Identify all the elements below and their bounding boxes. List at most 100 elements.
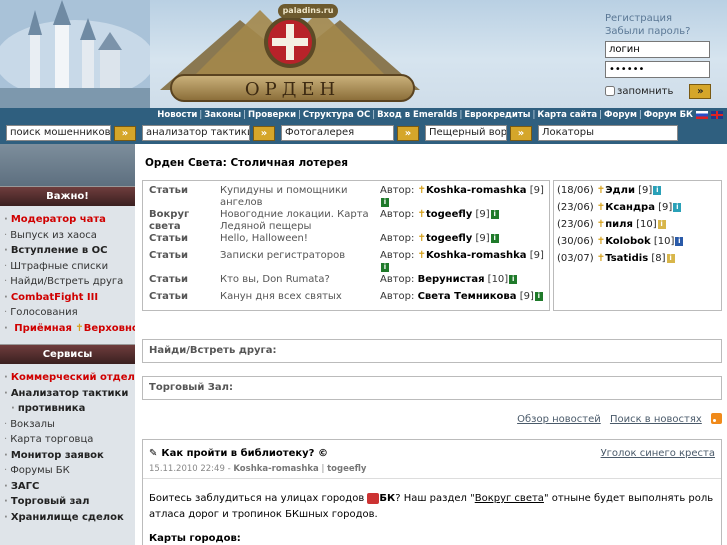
article-title[interactable]: Hello, Halloween! bbox=[218, 233, 378, 250]
sidebar-item-find-friend[interactable]: Найди/Встреть друга bbox=[4, 274, 135, 290]
news-title[interactable]: ✎ Как пройти в библиотеку? © bbox=[149, 448, 328, 459]
news-author[interactable]: Koshka-romashka bbox=[233, 464, 318, 474]
user-info-icon[interactable]: i bbox=[653, 185, 662, 195]
user-info-icon[interactable]: i bbox=[675, 236, 684, 246]
latest-articles-box: Статьи Купидуны и помощники ангелов Автор:… bbox=[142, 180, 550, 311]
cave-thief-select[interactable]: Пещерный вор bbox=[425, 125, 507, 141]
article-author-cell: Автор: ✝togeefly [9] i bbox=[378, 233, 549, 250]
login-submit-button[interactable]: » bbox=[689, 83, 712, 99]
news-search-link[interactable]: Поиск в новостях bbox=[610, 414, 702, 425]
article-title[interactable]: Записки регистраторов bbox=[218, 250, 378, 274]
photo-gallery-select[interactable]: Фотогалерея bbox=[281, 125, 394, 141]
photo-gallery-go-button[interactable]: » bbox=[397, 125, 419, 141]
article-author[interactable]: Koshka-romashka bbox=[426, 185, 527, 196]
sidebar-item-trader-map[interactable]: Карта торговца bbox=[4, 432, 135, 448]
sidebar-item-supreme-reception[interactable]: Приёмная ✝Верховного bbox=[4, 321, 135, 337]
sidebar-item-combatfight[interactable]: CombatFight III bbox=[4, 290, 135, 306]
forgot-password-link[interactable]: Забыли пароль? bbox=[605, 25, 723, 38]
services-list: Коммерческий отдел Анализатор тактики пр… bbox=[0, 364, 135, 533]
birthday-name[interactable]: Эдли bbox=[605, 185, 635, 196]
news-overview-link[interactable]: Обзор новостей bbox=[517, 414, 601, 425]
article-section[interactable]: Статьи bbox=[147, 233, 218, 250]
author-level: [9] bbox=[529, 250, 544, 261]
cave-thief-go-button[interactable]: » bbox=[510, 125, 532, 141]
trade-hall-box[interactable]: Торговый Зал: bbox=[142, 376, 722, 400]
article-section[interactable]: Статьи bbox=[147, 250, 218, 274]
english-flag-icon[interactable] bbox=[711, 111, 723, 119]
sidebar-item-deal-storage[interactable]: Хранилище сделок bbox=[4, 510, 135, 526]
article-section[interactable]: Статьи bbox=[147, 291, 218, 308]
sidebar-item-registry[interactable]: ЗАГС bbox=[4, 479, 135, 495]
nav-emeralds[interactable]: Вход в Emeralds bbox=[377, 110, 457, 120]
sidebar-item-request-monitor[interactable]: Монитор заявок bbox=[4, 448, 135, 464]
birthday-name[interactable]: Ксандра bbox=[605, 202, 655, 213]
list-item: (23/06) ✝пиля [10] i bbox=[557, 219, 721, 236]
news-tag[interactable]: togeefly bbox=[327, 464, 366, 474]
user-info-icon[interactable]: i bbox=[490, 233, 499, 243]
tools-bar: поиск мошенников » анализатор тактики » … bbox=[0, 122, 727, 144]
article-author[interactable]: togeefly bbox=[426, 209, 472, 220]
news-article: ✎ Как пройти в библиотеку? © Уголок синег… bbox=[142, 439, 722, 545]
sidebar-item-penalty-lists[interactable]: Штрафные списки bbox=[4, 259, 135, 275]
sidebar-item-votes[interactable]: Голосования bbox=[4, 305, 135, 321]
article-section[interactable]: Статьи bbox=[147, 185, 218, 209]
login-field[interactable] bbox=[605, 41, 710, 58]
tactics-analyzer-select[interactable]: анализатор тактики bbox=[142, 125, 250, 141]
article-author[interactable]: togeefly bbox=[426, 233, 472, 244]
sidebar-item-trade-hall[interactable]: Торговый зал bbox=[4, 494, 135, 510]
sidebar-item-stations[interactable]: Вокзалы bbox=[4, 417, 135, 433]
article-title[interactable]: Новогодние локации. Карта Ледяной пещеры bbox=[218, 209, 378, 233]
logo-title[interactable]: Орден Паладинов bbox=[170, 74, 415, 108]
sidebar-item-join-order[interactable]: Вступление в ОС bbox=[4, 243, 135, 259]
around-world-link[interactable]: Вокруг света bbox=[475, 493, 544, 504]
article-title[interactable]: Кто вы, Don Rumata? bbox=[218, 274, 378, 291]
article-section[interactable]: Статьи bbox=[147, 274, 218, 291]
nav-eurocredits[interactable]: Еврокредиты bbox=[464, 110, 530, 120]
news-header: ✎ Как пройти в библиотеку? © Уголок синег… bbox=[143, 444, 721, 462]
rss-icon[interactable] bbox=[711, 413, 722, 424]
fraud-search-go-button[interactable]: » bbox=[114, 125, 136, 141]
user-info-icon[interactable]: i bbox=[657, 219, 666, 229]
nav-sitemap[interactable]: Карта сайта bbox=[537, 110, 597, 120]
user-info-icon[interactable]: i bbox=[381, 262, 389, 272]
article-title[interactable]: Канун дня всех святых bbox=[218, 291, 378, 308]
article-author[interactable]: Koshka-romashka bbox=[426, 250, 527, 261]
nav-checks[interactable]: Проверки bbox=[248, 110, 296, 120]
nav-forum-bk[interactable]: Форум БК bbox=[644, 110, 693, 120]
sidebar-item-commerce[interactable]: Коммерческий отдел bbox=[4, 370, 135, 386]
remember-checkbox[interactable] bbox=[605, 86, 615, 96]
birthday-name[interactable]: пиля bbox=[605, 219, 633, 230]
birthday-name[interactable]: Kolobok bbox=[605, 236, 650, 247]
user-info-icon[interactable]: i bbox=[490, 209, 499, 219]
blue-cross-corner-link[interactable]: Уголок синего креста bbox=[601, 448, 715, 459]
sidebar-item-tactics-analyzer-cont[interactable]: противника bbox=[4, 401, 135, 417]
user-info-icon[interactable]: i bbox=[381, 197, 389, 207]
sidebar-item-chaos-release[interactable]: Выпуск из хаоса bbox=[4, 228, 135, 244]
nav-news[interactable]: Новости bbox=[157, 110, 197, 120]
sidebar-item-tactics-analyzer[interactable]: Анализатор тактики bbox=[4, 386, 135, 402]
russian-flag-icon[interactable] bbox=[696, 111, 708, 119]
password-field[interactable] bbox=[605, 61, 710, 78]
important-list: Модератор чата Выпуск из хаоса Вступлени… bbox=[0, 206, 135, 344]
fraud-search-select[interactable]: поиск мошенников bbox=[6, 125, 111, 141]
tactics-analyzer-go-button[interactable]: » bbox=[253, 125, 275, 141]
birthday-name[interactable]: Tsatidis bbox=[605, 253, 648, 264]
nav-forum[interactable]: Форум bbox=[604, 110, 637, 120]
article-title[interactable]: Купидуны и помощники ангелов bbox=[218, 185, 378, 209]
find-friend-box[interactable]: Найди/Встреть друга: bbox=[142, 339, 722, 363]
article-author[interactable]: Верунистая bbox=[418, 274, 485, 285]
user-info-icon[interactable]: i bbox=[534, 291, 543, 301]
user-info-icon[interactable]: i bbox=[509, 274, 518, 284]
user-info-icon[interactable]: i bbox=[673, 202, 682, 212]
nav-structure[interactable]: Структура ОС bbox=[303, 110, 370, 120]
services-heading: Сервисы bbox=[0, 344, 135, 364]
user-info-icon[interactable]: i bbox=[666, 253, 675, 263]
news-body: Боитесь заблудиться на улицах городов БК… bbox=[143, 478, 721, 523]
sidebar-item-chat-moderator[interactable]: Модератор чата bbox=[4, 212, 135, 228]
nav-laws[interactable]: Законы bbox=[204, 110, 241, 120]
sidebar-item-bk-forums[interactable]: Форумы БК bbox=[4, 463, 135, 479]
locators-select[interactable]: Локаторы bbox=[538, 125, 678, 141]
register-link[interactable]: Регистрация bbox=[605, 12, 723, 25]
article-author[interactable]: Света Темникова bbox=[418, 291, 517, 302]
article-section[interactable]: Вокруг света bbox=[147, 209, 218, 233]
